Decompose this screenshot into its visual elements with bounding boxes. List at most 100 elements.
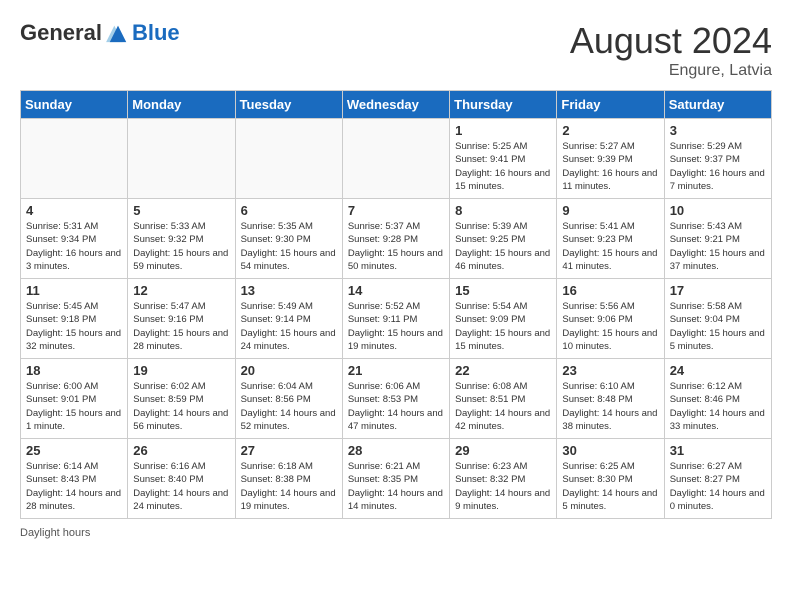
cell-info: Sunrise: 6:18 AM Sunset: 8:38 PM Dayligh… bbox=[241, 460, 337, 513]
day-number: 7 bbox=[348, 203, 444, 218]
calendar-cell: 5Sunrise: 5:33 AM Sunset: 9:32 PM Daylig… bbox=[128, 199, 235, 279]
header-row: SundayMondayTuesdayWednesdayThursdayFrid… bbox=[21, 91, 772, 119]
week-row-0: 1 Sunrise: 5:25 AM Sunset: 9:41 PM Daylig… bbox=[21, 119, 772, 199]
calendar-cell: 14 Sunrise: 5:52 AM Sunset: 9:11 PM Dayli… bbox=[342, 279, 449, 359]
day-number: 24 bbox=[670, 363, 766, 378]
cell-info: Sunrise: 5:41 AM Sunset: 9:23 PM Dayligh… bbox=[562, 220, 658, 273]
header-cell-sunday: Sunday bbox=[21, 91, 128, 119]
cell-info: Sunrise: 5:33 AM Sunset: 9:32 PM Dayligh… bbox=[133, 220, 229, 273]
cell-info: Sunrise: 5:37 AM Sunset: 9:28 PM Dayligh… bbox=[348, 220, 444, 273]
week-row-4: 25 Sunrise: 6:14 AM Sunset: 8:43 PM Dayli… bbox=[21, 439, 772, 519]
calendar-cell bbox=[21, 119, 128, 199]
cell-info: Sunrise: 6:21 AM Sunset: 8:35 PM Dayligh… bbox=[348, 460, 444, 513]
calendar-cell: 9Sunrise: 5:41 AM Sunset: 9:23 PM Daylig… bbox=[557, 199, 664, 279]
day-number: 10 bbox=[670, 203, 766, 218]
cell-info: Sunrise: 5:25 AM Sunset: 9:41 PM Dayligh… bbox=[455, 140, 551, 193]
cell-info: Sunrise: 6:25 AM Sunset: 8:30 PM Dayligh… bbox=[562, 460, 658, 513]
day-number: 14 bbox=[348, 283, 444, 298]
calendar-cell: 26Sunrise: 6:16 AM Sunset: 8:40 PM Dayli… bbox=[128, 439, 235, 519]
calendar-cell: 12 Sunrise: 5:47 AM Sunset: 9:16 PM Dayli… bbox=[128, 279, 235, 359]
logo-blue-text: Blue bbox=[132, 20, 180, 46]
cell-info: Sunrise: 6:02 AM Sunset: 8:59 PM Dayligh… bbox=[133, 380, 229, 433]
logo: GeneralBlue bbox=[20, 20, 180, 46]
calendar-cell: 8 Sunrise: 5:39 AM Sunset: 9:25 PM Daylig… bbox=[450, 199, 557, 279]
day-number: 6 bbox=[241, 203, 337, 218]
day-number: 30 bbox=[562, 443, 658, 458]
cell-info: Sunrise: 5:54 AM Sunset: 9:09 PM Dayligh… bbox=[455, 300, 551, 353]
logo-icon bbox=[104, 22, 132, 44]
day-number: 17 bbox=[670, 283, 766, 298]
day-number: 1 bbox=[455, 123, 551, 138]
cell-info: Sunrise: 5:58 AM Sunset: 9:04 PM Dayligh… bbox=[670, 300, 766, 353]
cell-info: Sunrise: 6:27 AM Sunset: 8:27 PM Dayligh… bbox=[670, 460, 766, 513]
calendar-cell bbox=[235, 119, 342, 199]
day-number: 4 bbox=[26, 203, 122, 218]
cell-info: Sunrise: 6:14 AM Sunset: 8:43 PM Dayligh… bbox=[26, 460, 122, 513]
cell-info: Sunrise: 5:29 AM Sunset: 9:37 PM Dayligh… bbox=[670, 140, 766, 193]
calendar-cell: 29Sunrise: 6:23 AM Sunset: 8:32 PM Dayli… bbox=[450, 439, 557, 519]
day-number: 27 bbox=[241, 443, 337, 458]
calendar-cell bbox=[128, 119, 235, 199]
cell-info: Sunrise: 5:35 AM Sunset: 9:30 PM Dayligh… bbox=[241, 220, 337, 273]
calendar-cell: 18Sunrise: 6:00 AM Sunset: 9:01 PM Dayli… bbox=[21, 359, 128, 439]
calendar-cell: 10 Sunrise: 5:43 AM Sunset: 9:21 PM Dayli… bbox=[664, 199, 771, 279]
header-cell-thursday: Thursday bbox=[450, 91, 557, 119]
calendar-cell: 11Sunrise: 5:45 AM Sunset: 9:18 PM Dayli… bbox=[21, 279, 128, 359]
calendar-cell: 2Sunrise: 5:27 AM Sunset: 9:39 PM Daylig… bbox=[557, 119, 664, 199]
cell-info: Sunrise: 6:10 AM Sunset: 8:48 PM Dayligh… bbox=[562, 380, 658, 433]
title-block: August 2024 Engure, Latvia bbox=[570, 20, 772, 80]
header-cell-saturday: Saturday bbox=[664, 91, 771, 119]
cell-info: Sunrise: 5:56 AM Sunset: 9:06 PM Dayligh… bbox=[562, 300, 658, 353]
day-number: 8 bbox=[455, 203, 551, 218]
cell-info: Sunrise: 6:00 AM Sunset: 9:01 PM Dayligh… bbox=[26, 380, 122, 433]
calendar-cell: 28 Sunrise: 6:21 AM Sunset: 8:35 PM Dayli… bbox=[342, 439, 449, 519]
calendar-cell: 15Sunrise: 5:54 AM Sunset: 9:09 PM Dayli… bbox=[450, 279, 557, 359]
calendar-cell: 20Sunrise: 6:04 AM Sunset: 8:56 PM Dayli… bbox=[235, 359, 342, 439]
calendar-cell: 25 Sunrise: 6:14 AM Sunset: 8:43 PM Dayli… bbox=[21, 439, 128, 519]
calendar-table: SundayMondayTuesdayWednesdayThursdayFrid… bbox=[20, 90, 772, 519]
day-number: 20 bbox=[241, 363, 337, 378]
header-cell-tuesday: Tuesday bbox=[235, 91, 342, 119]
cell-info: Sunrise: 5:27 AM Sunset: 9:39 PM Dayligh… bbox=[562, 140, 658, 193]
header-cell-monday: Monday bbox=[128, 91, 235, 119]
calendar-cell: 1 Sunrise: 5:25 AM Sunset: 9:41 PM Daylig… bbox=[450, 119, 557, 199]
cell-info: Sunrise: 6:08 AM Sunset: 8:51 PM Dayligh… bbox=[455, 380, 551, 433]
cell-info: Sunrise: 5:52 AM Sunset: 9:11 PM Dayligh… bbox=[348, 300, 444, 353]
day-number: 19 bbox=[133, 363, 229, 378]
footer-label: Daylight hours bbox=[20, 527, 90, 539]
cell-info: Sunrise: 6:06 AM Sunset: 8:53 PM Dayligh… bbox=[348, 380, 444, 433]
calendar-cell: 6 Sunrise: 5:35 AM Sunset: 9:30 PM Daylig… bbox=[235, 199, 342, 279]
day-number: 23 bbox=[562, 363, 658, 378]
cell-info: Sunrise: 6:12 AM Sunset: 8:46 PM Dayligh… bbox=[670, 380, 766, 433]
month-title: August 2024 bbox=[570, 20, 772, 62]
cell-info: Sunrise: 5:47 AM Sunset: 9:16 PM Dayligh… bbox=[133, 300, 229, 353]
day-number: 12 bbox=[133, 283, 229, 298]
page-header: GeneralBlue August 2024 Engure, Latvia bbox=[20, 20, 772, 80]
calendar-cell: 17 Sunrise: 5:58 AM Sunset: 9:04 PM Dayli… bbox=[664, 279, 771, 359]
calendar-cell: 23 Sunrise: 6:10 AM Sunset: 8:48 PM Dayli… bbox=[557, 359, 664, 439]
day-number: 16 bbox=[562, 283, 658, 298]
day-number: 26 bbox=[133, 443, 229, 458]
cell-info: Sunrise: 5:43 AM Sunset: 9:21 PM Dayligh… bbox=[670, 220, 766, 273]
calendar-cell: 16 Sunrise: 5:56 AM Sunset: 9:06 PM Dayli… bbox=[557, 279, 664, 359]
day-number: 28 bbox=[348, 443, 444, 458]
cell-info: Sunrise: 6:23 AM Sunset: 8:32 PM Dayligh… bbox=[455, 460, 551, 513]
calendar-cell: 3 Sunrise: 5:29 AM Sunset: 9:37 PM Daylig… bbox=[664, 119, 771, 199]
week-row-2: 11Sunrise: 5:45 AM Sunset: 9:18 PM Dayli… bbox=[21, 279, 772, 359]
day-number: 25 bbox=[26, 443, 122, 458]
week-row-3: 18Sunrise: 6:00 AM Sunset: 9:01 PM Dayli… bbox=[21, 359, 772, 439]
day-number: 11 bbox=[26, 283, 122, 298]
cell-info: Sunrise: 5:39 AM Sunset: 9:25 PM Dayligh… bbox=[455, 220, 551, 273]
calendar-cell: 21Sunrise: 6:06 AM Sunset: 8:53 PM Dayli… bbox=[342, 359, 449, 439]
cell-info: Sunrise: 5:49 AM Sunset: 9:14 PM Dayligh… bbox=[241, 300, 337, 353]
footer: Daylight hours bbox=[20, 527, 772, 539]
day-number: 31 bbox=[670, 443, 766, 458]
day-number: 3 bbox=[670, 123, 766, 138]
week-row-1: 4Sunrise: 5:31 AM Sunset: 9:34 PM Daylig… bbox=[21, 199, 772, 279]
calendar-cell: 30 Sunrise: 6:25 AM Sunset: 8:30 PM Dayli… bbox=[557, 439, 664, 519]
calendar-cell: 4Sunrise: 5:31 AM Sunset: 9:34 PM Daylig… bbox=[21, 199, 128, 279]
header-cell-wednesday: Wednesday bbox=[342, 91, 449, 119]
calendar-cell bbox=[342, 119, 449, 199]
calendar-cell: 31 Sunrise: 6:27 AM Sunset: 8:27 PM Dayli… bbox=[664, 439, 771, 519]
calendar-cell: 24 Sunrise: 6:12 AM Sunset: 8:46 PM Dayli… bbox=[664, 359, 771, 439]
